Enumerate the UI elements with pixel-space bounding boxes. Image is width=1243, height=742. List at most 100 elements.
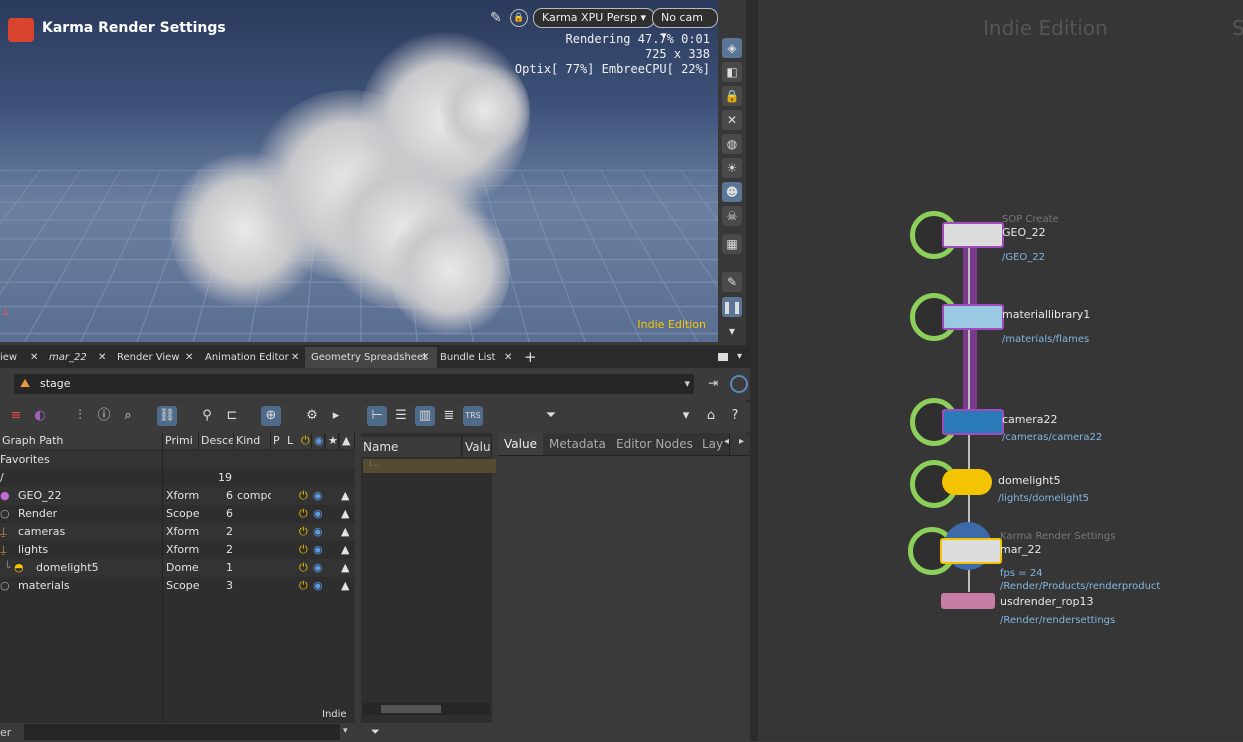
sphere-icon[interactable]: ◍ — [722, 134, 742, 154]
close-icon[interactable]: ✕ — [504, 352, 512, 363]
tab-animation-editor[interactable]: Animation Editor — [199, 347, 295, 368]
padlock-icon[interactable]: 🔒 — [722, 86, 742, 106]
stage-icon: ⛰ — [20, 376, 31, 390]
tab-bundle-list[interactable]: Bundle List — [434, 347, 504, 368]
node-camera[interactable] — [942, 409, 1004, 435]
filter-dropdown-icon[interactable]: ▾ — [343, 726, 348, 736]
camera-menu[interactable]: No cam ▾ — [652, 8, 718, 42]
target-icon[interactable]: ⊕ — [261, 406, 281, 426]
camera-snapshot-icon[interactable]: ⌂ — [701, 406, 721, 426]
column-value[interactable]: Valu — [463, 437, 492, 457]
tab-value[interactable]: Value — [498, 433, 544, 455]
close-icon[interactable]: ✕ — [30, 352, 38, 363]
tab-geometry-spreadsheet[interactable]: Geometry Spreadsheet — [305, 347, 437, 368]
close-icon[interactable]: ✕ — [421, 352, 429, 363]
link-icon[interactable] — [730, 375, 748, 393]
column-visibility-icon[interactable]: ◉ — [312, 433, 325, 449]
close-icon[interactable]: ✕ — [98, 352, 106, 363]
pin-icon[interactable]: ⇥ — [708, 376, 718, 390]
network-editor[interactable]: Indie Edition S SOP Create GEO_22 /GEO_2… — [758, 0, 1243, 741]
columns-view-icon[interactable]: ▥ — [415, 406, 435, 426]
tree-row[interactable]: ⍊ cameras Xform 2 ⏻ ◉ ▲ — [0, 523, 355, 541]
link-select-icon[interactable]: ⛓ — [157, 406, 177, 426]
node-name: camera22 — [1002, 413, 1058, 426]
column-descendants[interactable]: Desce — [199, 433, 234, 449]
mask-icon[interactable]: ◐ — [30, 406, 50, 426]
tree-row[interactable]: ⍊ lights Xform 2 ⏻ ◉ ▲ — [0, 541, 355, 559]
search-icon[interactable]: ⌕ — [118, 406, 138, 426]
render-region-icon[interactable]: ▦ — [722, 234, 742, 254]
tree-view-icon[interactable]: ⊢ — [367, 406, 387, 426]
close-view-icon[interactable]: ✕ — [722, 110, 742, 130]
node-path: /GEO_22 — [1002, 252, 1046, 263]
column-name[interactable]: Name — [361, 437, 462, 457]
stage-path-field[interactable]: ⛰ stage ▾ — [14, 374, 694, 394]
display-options-icon[interactable]: ◈ — [722, 38, 742, 58]
tree-row[interactable]: ● GEO_22 Xform 6 compo ⏻ ◉ ▲ — [0, 487, 355, 505]
lock-icon[interactable]: 🔒 — [510, 9, 528, 27]
horizontal-scrollbar[interactable] — [363, 703, 490, 715]
info-icon[interactable]: ⓘ — [94, 406, 114, 426]
close-icon[interactable]: ✕ — [291, 352, 299, 363]
pencil-icon[interactable]: ✎ — [490, 10, 502, 26]
attribute-list[interactable]: Name Valu i... — [361, 433, 496, 723]
tree-row[interactable]: ○ Render Scope 6 ⏻ ◉ ▲ — [0, 505, 355, 523]
tab-metadata[interactable]: Metadata — [543, 433, 613, 455]
viewport-side-toolbar: ◈ ◧ 🔒 ✕ ◍ ☀ ☻ ☠ ▦ ✎ ❚❚ ▾ — [718, 0, 746, 342]
add-tab-icon[interactable]: + — [524, 348, 537, 366]
tab-mar-22[interactable]: mar_22 — [43, 347, 97, 368]
sliders-icon[interactable]: ⫶ — [70, 406, 90, 426]
node-render-settings[interactable] — [940, 538, 1002, 564]
column-active-icon[interactable]: ⏻ — [299, 433, 312, 449]
light-icon[interactable]: ☀ — [722, 158, 742, 178]
tab-scroll-right-icon[interactable]: ▸ — [739, 436, 744, 447]
node-materiallibrary[interactable] — [942, 304, 1004, 330]
rows-view-icon[interactable]: ≣ — [439, 406, 459, 426]
column-payload[interactable]: P — [271, 433, 286, 449]
funnel-icon[interactable]: ⏷ — [541, 406, 561, 426]
node-domelight[interactable] — [942, 469, 992, 495]
dropdown-icon[interactable]: ▾ — [676, 406, 696, 426]
tab-editor-nodes[interactable]: Editor Nodes — [610, 433, 700, 455]
tree-row[interactable]: └ ◓ domelight5 Dome 1 ⏻ ◉ ▲ — [0, 559, 355, 577]
filter-prims-icon[interactable]: ⚲ — [197, 406, 217, 426]
trs-icon[interactable]: TRS — [463, 406, 483, 426]
gear-icon[interactable]: ⚙ — [302, 406, 322, 426]
snapshot-icon[interactable]: ◧ — [722, 62, 742, 82]
tree-row[interactable]: / 19 — [0, 469, 355, 487]
column-layer[interactable]: L — [285, 433, 300, 449]
scene-graph-tree[interactable]: Graph Path Primi Desce Kind P L ⏻ ◉ ★ ▲ … — [0, 433, 355, 723]
scroll-down-icon[interactable]: ▾ — [722, 321, 742, 341]
column-select-icon[interactable]: ▲ — [340, 433, 355, 449]
scene-viewport[interactable]: Karma Render Settings ✎ 🔒 Karma XPU Pers… — [0, 0, 718, 342]
path-dropdown-icon[interactable]: ▾ — [684, 377, 690, 390]
close-icon[interactable]: ✕ — [185, 352, 193, 363]
pause-icon[interactable]: ❚❚ — [722, 297, 742, 317]
funnel-icon[interactable]: ⏷ — [371, 725, 380, 739]
headlight-icon[interactable]: ☻ — [722, 182, 742, 202]
expand-right-icon[interactable]: ▸ — [326, 406, 346, 426]
tree-row[interactable]: Favorites — [0, 451, 355, 469]
help-icon[interactable]: ? — [725, 406, 745, 426]
tab-render-view[interactable]: Render View — [111, 347, 191, 368]
maximize-icon[interactable] — [718, 353, 728, 361]
column-primitive-type[interactable]: Primi — [163, 433, 199, 449]
hierarchy-icon[interactable]: ⊏ — [222, 406, 242, 426]
pane-menu-icon[interactable]: ▾ — [737, 351, 742, 362]
tab-scroll-left-icon[interactable]: ◂ — [724, 436, 729, 447]
filter-input[interactable] — [24, 724, 340, 740]
renderer-menu[interactable]: Karma XPU Persp ▾ — [533, 8, 656, 28]
column-kind[interactable]: Kind — [234, 433, 271, 449]
list-filter-bar: ⏷ — [361, 723, 492, 741]
skull-icon[interactable]: ☠ — [722, 206, 742, 226]
column-graph-path[interactable]: Graph Path — [0, 433, 163, 449]
scene-graph-toolbar: ≡ ◐ ⫶ ⓘ ⌕ ⛓ ⚲ ⊏ ⊕ ⚙ ▸ — [0, 402, 355, 432]
list-view-icon[interactable]: ☰ — [391, 406, 411, 426]
column-divider — [162, 449, 163, 721]
node-usdrender-rop[interactable] — [941, 593, 995, 609]
edit-icon[interactable]: ✎ — [722, 272, 742, 292]
tree-row[interactable]: ○ materials Scope 3 ⏻ ◉ ▲ — [0, 577, 355, 595]
node-geo[interactable] — [942, 222, 1004, 248]
collection-icon[interactable]: ≡ — [6, 406, 26, 426]
column-star-icon[interactable]: ★ — [326, 433, 339, 449]
